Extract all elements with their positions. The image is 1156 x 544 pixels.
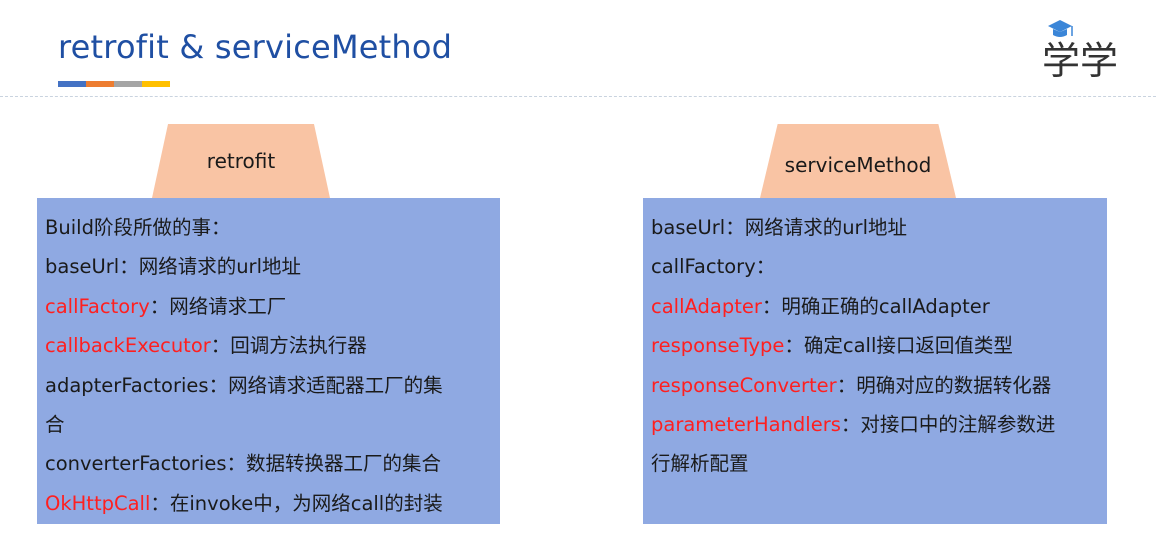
retrofit-line-key: callFactory [45,294,150,318]
title-accent-bar [58,81,170,87]
service-method-line-key: responseType [651,334,785,358]
retrofit-line: baseUrl：网络请求的url地址 [45,247,492,286]
retrofit-line-key: OkHttpCall [45,491,151,515]
service-method-line-desc: ：明确对应的数据转化器 [836,373,1052,397]
retrofit-line: 合 [45,405,492,444]
logo-text: 学学 [1042,41,1118,83]
retrofit-line-desc: ：网络请求工厂 [149,294,287,318]
accent-segment-orange [86,81,114,87]
servicemethod-panel: baseUrl：网络请求的url地址 callFactory： callAdapte… [643,198,1107,524]
graduation-cap-icon: 学学 [1042,20,1118,83]
service-method-line: baseUrl：网络请求的url地址 [651,208,1099,247]
retrofit-line-key: Build阶段所做的事： [45,216,231,239]
retrofit-line: callbackExecutor：回调方法执行器 [45,326,492,365]
retrofit-panel: Build阶段所做的事： baseUrl：网络请求的url地址 callFactor… [37,198,500,524]
service-method-line-desc: ：确定call接口返回值类型 [784,334,1013,358]
accent-segment-blue [58,81,86,87]
retrofit-lines: Build阶段所做的事： baseUrl：网络请求的url地址 callFactor… [45,208,492,523]
tab-servicemethod: serviceMethod [760,124,956,198]
tab-retrofit: retrofit [152,124,330,198]
retrofit-line: converterFactories：数据转换器工厂的集合 [45,444,492,483]
retrofit-line-desc: ：网络请求的url地址 [119,255,301,279]
service-method-line-key: 行解析配置 [651,452,749,476]
service-method-line-key: parameterHandlers [651,413,841,437]
tab-retrofit-label: retrofit [206,149,276,173]
retrofit-line-key: converterFactories [45,452,227,476]
service-method-line: callAdapter：明确正确的callAdapter [651,287,1099,326]
accent-segment-gray [114,81,142,87]
retrofit-line-desc: ：数据转换器工厂的集合 [226,452,442,476]
service-method-line: responseConverter：明确对应的数据转化器 [651,366,1099,405]
servicemethod-lines: baseUrl：网络请求的url地址 callFactory： callAdapte… [651,208,1099,484]
retrofit-line: Build阶段所做的事： [45,208,492,247]
tab-servicemethod-label: serviceMethod [784,153,932,177]
service-method-line-desc: ： [755,255,776,279]
service-method-line: responseType：确定call接口返回值类型 [651,326,1099,365]
service-method-line-key: callFactory [651,255,756,279]
service-method-line-desc: ：网络请求的url地址 [725,216,907,239]
header-divider [0,96,1156,97]
retrofit-line-key: adapterFactories [45,373,209,397]
retrofit-line-desc: ：网络请求适配器工厂的集 [208,373,443,397]
retrofit-line-desc: ：回调方法执行器 [210,334,367,358]
retrofit-line-desc: ：在invoke中，为网络call的封装 [150,491,443,515]
service-method-line: 行解析配置 [651,444,1099,483]
retrofit-line: adapterFactories：网络请求适配器工厂的集 [45,366,492,405]
service-method-line-desc: ：明确正确的callAdapter [761,294,990,318]
logo: 学学 [1040,14,1130,86]
retrofit-line: OkHttpCall：在invoke中，为网络call的封装 [45,484,492,523]
service-method-line-key: responseConverter [651,373,837,397]
service-method-line-key: baseUrl [651,216,726,239]
retrofit-line-key: callbackExecutor [45,334,211,358]
service-method-line: parameterHandlers：对接口中的注解参数进 [651,405,1099,444]
service-method-line-key: callAdapter [651,294,762,318]
accent-segment-yellow [142,81,170,87]
service-method-line: callFactory： [651,247,1099,286]
retrofit-line-key: baseUrl [45,255,120,279]
service-method-line-desc: ：对接口中的注解参数进 [840,413,1056,437]
retrofit-line-key: 合 [45,413,65,437]
retrofit-line: callFactory：网络请求工厂 [45,287,492,326]
slide-title: retrofit & serviceMethod [58,28,453,66]
